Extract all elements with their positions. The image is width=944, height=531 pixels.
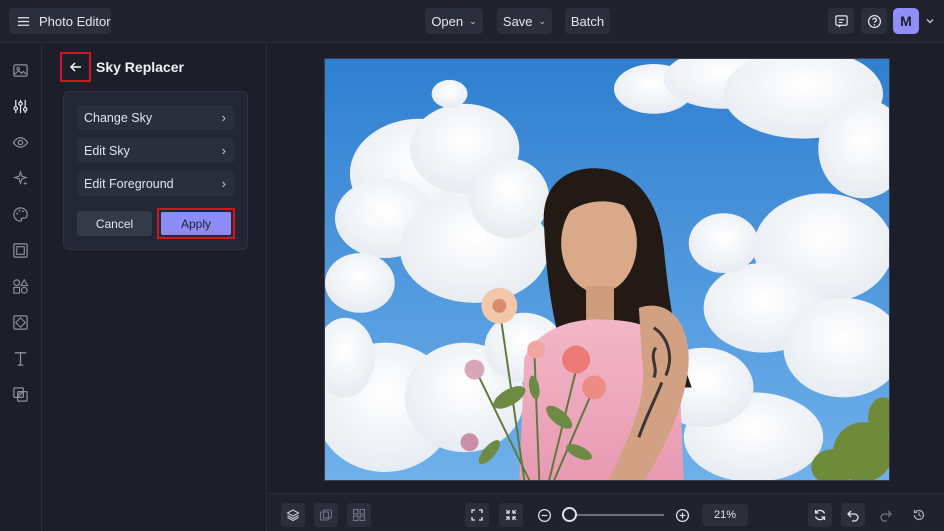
grid-icon [352, 508, 366, 522]
reset-button[interactable] [808, 503, 832, 527]
edit-sky-item[interactable]: Edit Sky › [77, 138, 234, 163]
plus-circle-icon [675, 508, 689, 522]
grid-button[interactable] [347, 503, 371, 527]
rail-image[interactable] [10, 60, 30, 80]
shrink-icon [505, 509, 517, 521]
panel-title: Sky Replacer [96, 59, 184, 75]
tool-rail [0, 44, 42, 531]
open-label: Open [431, 13, 464, 29]
rail-effects[interactable] [10, 168, 30, 188]
layers-icon [286, 509, 300, 522]
cancel-label: Cancel [95, 216, 134, 231]
hamburger-icon [17, 16, 30, 26]
save-button[interactable]: Save ⌄ [497, 8, 552, 34]
rail-text[interactable] [10, 348, 30, 368]
rail-overlay[interactable] [10, 384, 30, 404]
canvas-area [268, 44, 944, 493]
feedback-button[interactable] [828, 8, 854, 34]
zoom-in-button[interactable] [673, 506, 691, 524]
history-icon [913, 509, 925, 521]
chevron-right-icon: › [221, 176, 226, 191]
chevron-down-icon: ⌄ [538, 15, 547, 26]
rail-frames[interactable] [10, 240, 30, 260]
layers-button[interactable] [281, 503, 305, 527]
sliders-icon [12, 99, 28, 113]
edit-foreground-item[interactable]: Edit Foreground › [77, 171, 234, 196]
undo-button[interactable] [841, 503, 865, 527]
menu-item-label: Change Sky [84, 110, 153, 125]
photo-image [325, 59, 889, 480]
minus-circle-icon [537, 508, 551, 522]
fit-screen-button[interactable] [465, 503, 489, 527]
rail-artsy[interactable] [10, 204, 30, 224]
frame-icon [12, 242, 28, 258]
rail-view[interactable] [10, 132, 30, 152]
top-bar: Photo Editor Open ⌄ Save ⌄ Batch M [0, 0, 944, 43]
help-icon [867, 14, 881, 28]
rail-graphics[interactable] [10, 276, 30, 296]
chevron-down-icon: ⌄ [469, 15, 477, 26]
photo-canvas[interactable] [324, 58, 890, 481]
text-icon [14, 351, 26, 366]
help-button[interactable] [861, 8, 887, 34]
avatar[interactable]: M [893, 8, 919, 34]
chevron-right-icon: › [221, 110, 226, 125]
cancel-button[interactable]: Cancel [77, 211, 152, 236]
zoom-slider-thumb[interactable] [562, 507, 577, 522]
crop-square-icon [12, 314, 28, 330]
refresh-icon [814, 509, 826, 521]
bottom-toolbar: 21% [268, 493, 944, 531]
account-menu-toggle[interactable] [924, 14, 936, 28]
avatar-letter: M [900, 13, 912, 29]
sky-options-card: Change Sky › Edit Sky › Edit Foreground … [63, 91, 248, 250]
open-button[interactable]: Open ⌄ [425, 8, 483, 34]
eye-icon [12, 136, 28, 148]
sky-replacer-panel: Sky Replacer Change Sky › Edit Sky › Edi… [43, 44, 267, 531]
apply-highlight: Apply [157, 208, 235, 239]
apply-label: Apply [180, 216, 212, 231]
compare-icon [319, 509, 333, 521]
zoom-value[interactable]: 21% [702, 504, 748, 526]
arrow-left-icon [69, 62, 81, 72]
undo-icon [847, 510, 859, 522]
zoom-slider-track[interactable] [564, 514, 664, 516]
save-label: Save [502, 13, 533, 29]
batch-button[interactable]: Batch [565, 8, 610, 34]
menu-item-label: Edit Sky [84, 143, 130, 158]
message-icon [834, 14, 848, 28]
chevron-down-icon [926, 19, 934, 24]
sparkle-icon [12, 169, 28, 185]
image-icon [12, 63, 28, 77]
zoom-out-button[interactable] [535, 506, 553, 524]
redo-icon [880, 510, 892, 522]
app-menu-button[interactable]: Photo Editor [9, 8, 111, 34]
apply-button[interactable]: Apply [161, 212, 231, 235]
compare-button[interactable] [314, 503, 338, 527]
change-sky-item[interactable]: Change Sky › [77, 105, 234, 130]
palette-icon [12, 206, 28, 222]
shapes-icon [12, 278, 29, 294]
chevron-right-icon: › [221, 143, 226, 158]
menu-item-label: Edit Foreground [84, 176, 174, 191]
batch-label: Batch [570, 13, 605, 29]
history-button[interactable] [907, 503, 931, 527]
overlay-icon [12, 386, 28, 402]
zoom-value-text: 21% [713, 509, 737, 521]
expand-icon [471, 509, 483, 521]
rail-adjust[interactable] [10, 96, 30, 116]
back-button[interactable] [60, 52, 91, 82]
redo-button[interactable] [874, 503, 898, 527]
app-title: Photo Editor [39, 13, 111, 29]
actual-size-button[interactable] [499, 503, 523, 527]
rail-crop[interactable] [10, 312, 30, 332]
